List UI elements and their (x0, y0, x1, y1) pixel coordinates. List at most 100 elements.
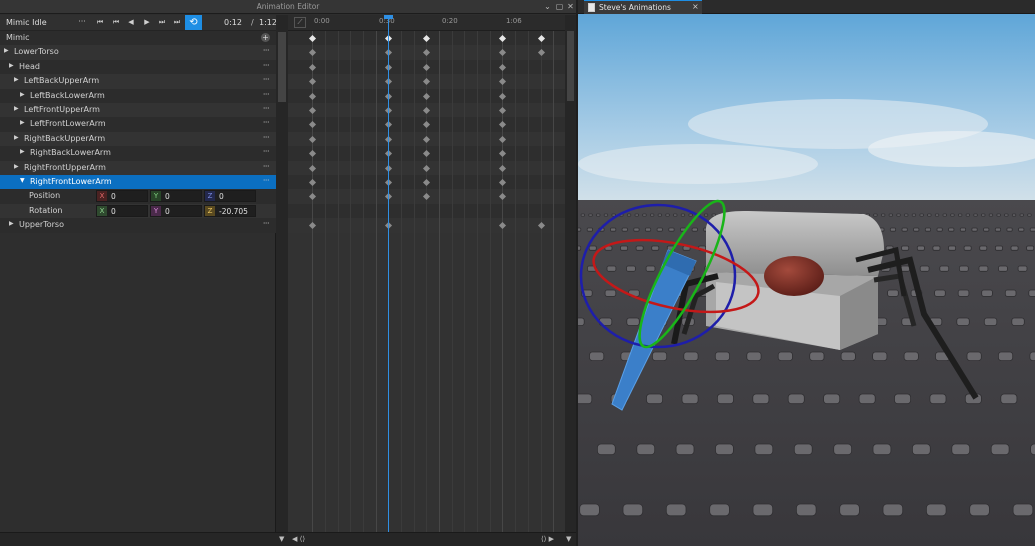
rig-header-row[interactable]: Mimic + (0, 31, 276, 46)
play-backward-icon[interactable]: ◀ (124, 16, 138, 29)
expand-arrow-icon[interactable]: ▶ (20, 148, 25, 155)
add-track-button[interactable]: + (261, 33, 270, 42)
property-label: Position (29, 191, 61, 201)
track-row-lowertorso[interactable]: ▶ LowerTorso ··· (0, 45, 276, 60)
rotation-z-field[interactable]: Z -20.705 (204, 204, 256, 217)
animation-length-input[interactable]: 1:12 (259, 18, 277, 27)
track-options-button[interactable]: ··· (263, 219, 270, 228)
current-time-input[interactable]: 0:12 (224, 18, 242, 27)
tab-steves-animations[interactable]: Steve's Animations × (584, 0, 702, 14)
stud (645, 265, 656, 272)
stud (966, 351, 982, 362)
close-icon[interactable]: ✕ (566, 2, 575, 11)
expand-arrow-icon[interactable]: ▶ (14, 163, 19, 170)
scrollbar-thumb[interactable] (278, 32, 286, 102)
stud (1004, 213, 1009, 217)
stud (965, 213, 971, 217)
track-label: RightFrontLowerArm (30, 177, 112, 186)
stud (715, 443, 734, 456)
stud (1028, 289, 1035, 297)
track-row-rightbackupperarm[interactable]: ▶ RightBackUpperArm ··· (0, 131, 276, 147)
stud (634, 213, 639, 217)
next-keyframe-icon[interactable]: ⏭ (155, 16, 169, 29)
expand-arrow-icon[interactable]: ▶ (4, 47, 9, 54)
more-options-button[interactable]: ··· (76, 16, 88, 29)
timeline-gridline (452, 31, 453, 532)
stud (610, 227, 617, 232)
scene-render[interactable] (578, 14, 1035, 546)
expand-arrow-icon[interactable]: ▶ (14, 76, 19, 83)
track-list-scrollbar[interactable] (276, 15, 288, 532)
skip-to-end-icon[interactable]: ⏭ (170, 16, 184, 29)
track-row-leftfrontupperarm[interactable]: ▶ LeftFrontUpperArm ··· (0, 103, 276, 118)
track-options-button[interactable]: ··· (263, 133, 270, 142)
track-row-leftfrontlowerarm[interactable]: ▶ LeftFrontLowerArm ··· (0, 117, 276, 132)
track-options-button[interactable]: ··· (263, 162, 270, 171)
stud (711, 213, 716, 217)
scroll-down-icon[interactable]: ▼ (279, 535, 284, 543)
z-axis-badge: Z (205, 205, 215, 216)
stud (714, 351, 731, 362)
track-options-button[interactable]: ··· (263, 90, 270, 99)
expand-arrow-icon[interactable]: ▶ (14, 105, 19, 112)
rotation-y-field[interactable]: Y 0 (150, 204, 202, 217)
document-icon (588, 3, 595, 12)
curve-editor-icon[interactable]: ⟋ (294, 17, 306, 28)
playhead-line[interactable] (388, 15, 389, 532)
timeline-gridline (414, 31, 415, 532)
previous-keyframe-icon[interactable]: ⏮ (109, 16, 123, 29)
stud (795, 503, 817, 517)
track-row-rightfrontlowerarm[interactable]: ▼ RightFrontLowerArm ··· (0, 175, 276, 190)
track-options-button[interactable]: ··· (263, 61, 270, 70)
track-row-uppertorso[interactable]: ▶ UpperTorso ··· (0, 218, 276, 233)
timeline[interactable]: ⟋ 0:00 0:30 0:20 1:06 (288, 15, 565, 532)
track-row-leftbacklowerarm[interactable]: ▶ LeftBackLowerArm ··· (0, 88, 276, 103)
stud (888, 213, 894, 217)
pin-icon[interactable]: ⌄ (543, 2, 552, 11)
scroll-down-right-icon[interactable]: ▼ (566, 535, 571, 543)
skip-to-start-icon[interactable]: ⏮ (93, 16, 107, 29)
expand-arrow-icon[interactable]: ▶ (9, 62, 14, 69)
expand-arrow-icon[interactable]: ▶ (14, 134, 19, 141)
stud (793, 443, 813, 456)
zoom-icon[interactable]: ⟨⟩ ▶ (541, 535, 554, 543)
track-options-button[interactable]: ··· (263, 147, 270, 156)
rig-name: Mimic (6, 33, 30, 42)
position-z-field[interactable]: Z 0 (204, 190, 256, 203)
expand-arrow-icon[interactable]: ▶ (20, 91, 25, 98)
stud (858, 393, 876, 405)
stud (675, 443, 695, 456)
play-forward-icon[interactable]: ▶ (140, 16, 154, 29)
track-row-rightfrontupperarm[interactable]: ▶ RightFrontUpperArm ··· (0, 160, 276, 175)
expand-arrow-icon[interactable]: ▶ (20, 119, 25, 126)
collapse-arrow-icon[interactable]: ▼ (20, 177, 25, 184)
track-options-button[interactable]: ··· (263, 46, 270, 55)
timeline-ruler[interactable]: ⟋ 0:00 0:30 0:20 1:06 (288, 15, 565, 31)
loop-toggle-icon[interactable]: ⟲ (185, 15, 202, 30)
restore-icon[interactable]: ▢ (555, 2, 564, 11)
tab-close-icon[interactable]: × (692, 2, 699, 11)
track-row-rightbacklowerarm[interactable]: ▶ RightBackLowerArm ··· (0, 146, 276, 161)
stud (703, 213, 709, 217)
stud (636, 443, 656, 456)
stud (996, 213, 1001, 217)
position-x-field[interactable]: X 0 (96, 190, 148, 203)
timeline-scrollbar[interactable] (565, 15, 576, 532)
expand-arrow-icon[interactable]: ▶ (9, 220, 14, 227)
track-row-head[interactable]: ▶ Head ··· (0, 59, 276, 75)
track-options-button[interactable]: ··· (263, 176, 270, 185)
y-axis-badge: Y (151, 205, 161, 216)
3d-viewport[interactable]: Steve's Animations × (578, 0, 1035, 546)
y-axis-badge: Y (151, 191, 161, 202)
stud (691, 227, 698, 232)
animation-name[interactable]: Mimic Idle (6, 18, 47, 27)
track-options-button[interactable]: ··· (263, 104, 270, 113)
scroll-left-icon[interactable]: ◀ ⟨⟩ (292, 535, 305, 543)
track-row-leftbackupperarm[interactable]: ▶ LeftBackUpperArm ··· (0, 74, 276, 89)
scrollbar-thumb[interactable] (567, 31, 574, 101)
stud (994, 245, 1003, 251)
track-options-button[interactable]: ··· (263, 118, 270, 127)
track-options-button[interactable]: ··· (263, 75, 270, 84)
position-y-field[interactable]: Y 0 (150, 190, 202, 203)
rotation-x-field[interactable]: X 0 (96, 204, 148, 217)
